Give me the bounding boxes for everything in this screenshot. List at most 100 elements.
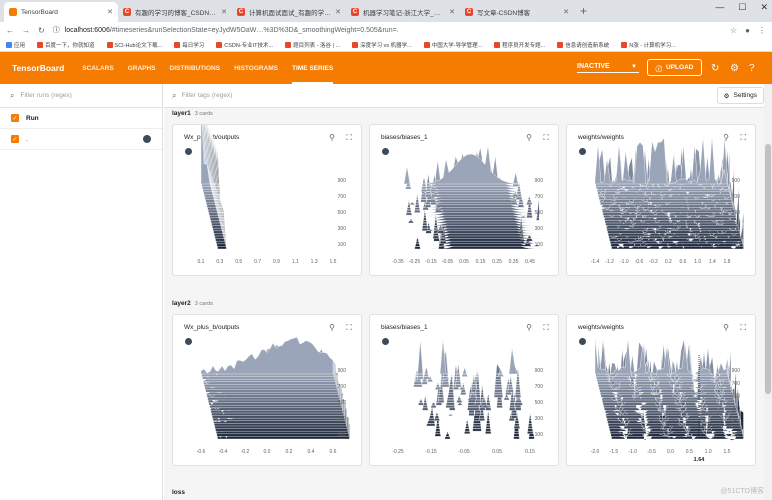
bookmark-label: 程序员开发专题... bbox=[502, 42, 546, 49]
bookmark-icon bbox=[216, 42, 223, 49]
bookmark-item[interactable]: 题目列表 - 洛谷 | ... bbox=[285, 41, 340, 49]
x-tick-label: -1.0 bbox=[628, 449, 637, 455]
step-tick-label: 500 bbox=[338, 400, 347, 406]
histogram-slice bbox=[207, 125, 340, 211]
close-tab-icon[interactable]: ✕ bbox=[221, 8, 227, 16]
scrollbar-thumb[interactable] bbox=[765, 144, 771, 394]
bookmark-label: 应用 bbox=[14, 42, 26, 49]
histogram-slice bbox=[205, 125, 338, 203]
x-tick-label: -0.4 bbox=[219, 449, 228, 455]
histogram-card: biases/biases_1 ⚲ ⛶ -0.35 -0.25 -0.15 -0.05 0.0… bbox=[369, 124, 559, 276]
browser-tab[interactable]: C 计算机面试面试_有趣的学习的分... ✕ bbox=[232, 2, 346, 22]
histogram-slice bbox=[204, 125, 337, 200]
step-tick-label: 700 bbox=[535, 384, 544, 390]
refresh-icon[interactable]: ↻ bbox=[711, 63, 719, 74]
nav-tab-time-series[interactable]: TIME SERIES bbox=[292, 52, 334, 84]
close-tab-icon[interactable]: ✕ bbox=[335, 8, 341, 16]
histogram-plot[interactable]: -2.0 -1.5 -1.0 -0.5 0.0 0.5 1.0 1.5 100 250 300 500… bbox=[567, 315, 757, 467]
histogram-plot[interactable]: -0.6 -0.4 -0.2 0.0 0.2 0.4 0.6 100 300 500 700 900 bbox=[173, 315, 363, 467]
nav-tab-histograms[interactable]: HISTOGRAMS bbox=[234, 52, 278, 84]
profile-icon[interactable]: ● bbox=[745, 26, 750, 35]
bookmark-label: 题目列表 - 洛谷 | ... bbox=[293, 42, 341, 49]
bookmark-item[interactable]: N涨 - 计算机学习... bbox=[621, 41, 676, 49]
reload-icon[interactable]: ↻ bbox=[38, 26, 45, 35]
close-tab-icon[interactable]: ✕ bbox=[563, 8, 569, 16]
close-tab-icon[interactable]: ✕ bbox=[449, 8, 455, 16]
bookmark-item[interactable]: 中国大学-导学管理... bbox=[423, 41, 482, 49]
histogram-card: Wx_plus_b/outputs ⚲ ⛶ -0.6 -0.4 -0.2 0.0 0.2 0.4… bbox=[172, 314, 362, 466]
x-tick-label: -0.2 bbox=[241, 449, 250, 455]
histogram-slice bbox=[217, 148, 350, 250]
group-name: layer1 bbox=[172, 110, 191, 117]
close-tab-icon[interactable]: ✕ bbox=[107, 8, 113, 16]
histogram-plot[interactable]: -1.4 -1.2 -1.0 -0.6 -0.2 0.2 0.6 1.0 1.4 1.8 100 30… bbox=[567, 125, 757, 277]
x-tick-label: -0.05 bbox=[458, 449, 470, 455]
group-header[interactable]: loss bbox=[172, 489, 185, 496]
gear-icon[interactable]: ⚙ bbox=[730, 63, 739, 74]
histogram-slice bbox=[202, 125, 335, 190]
bookmark-item[interactable]: 深度学习 vs 机器学... bbox=[352, 41, 412, 49]
browser-tab-title: 机器学习笔记-浙江大学_有趣的学... bbox=[363, 10, 446, 17]
bookmark-item[interactable]: 每日学习 bbox=[174, 41, 204, 49]
histogram-plot[interactable]: -0.35 -0.25 -0.15 -0.05 0.05 0.15 0.25 0.35 0.45… bbox=[370, 125, 560, 277]
x-tick-label: 0.25 bbox=[492, 259, 502, 265]
run-color-swatch[interactable] bbox=[143, 135, 151, 143]
close-window-icon[interactable]: ✕ bbox=[760, 2, 768, 13]
x-tick-label: 0.9 bbox=[273, 259, 280, 265]
x-tick-label: 1.5 bbox=[330, 259, 337, 265]
maximize-icon[interactable]: ☐ bbox=[738, 2, 746, 13]
x-tick-label: 0.15 bbox=[525, 449, 535, 455]
minimize-icon[interactable]: — bbox=[715, 2, 724, 13]
nav-tab-distributions[interactable]: DISTRIBUTIONS bbox=[170, 52, 221, 84]
x-tick-label: 0.0 bbox=[667, 449, 674, 455]
group-name: layer2 bbox=[172, 300, 191, 307]
histogram-slice bbox=[214, 139, 347, 237]
step-tick-label: 900 bbox=[535, 178, 544, 184]
x-tick-label: -0.6 bbox=[635, 259, 644, 265]
tag-filter[interactable]: ⌕ Filter tags (regex) bbox=[164, 84, 772, 108]
histogram-plot[interactable]: 0.1 0.3 0.5 0.7 0.9 1.1 1.3 1.5 100 300 500 700 900 bbox=[173, 125, 363, 277]
browser-tab[interactable]: TensorBoard ✕ bbox=[4, 2, 118, 22]
url-field[interactable]: ⓘ localhost:6006/#timeseries&runSelectio… bbox=[53, 24, 722, 37]
bookmark-label: 百度一下，你就知道 bbox=[45, 42, 95, 49]
browser-tab[interactable]: C 写文章-CSDN博客 ✕ bbox=[460, 2, 574, 22]
run-filter-placeholder: Filter runs (regex) bbox=[20, 92, 72, 99]
x-tick-label: 0.4 bbox=[308, 449, 315, 455]
group-header[interactable]: layer1 3 cards bbox=[172, 110, 213, 117]
step-tick-label: 300 bbox=[535, 416, 544, 422]
run-header-row[interactable]: ✓ Run bbox=[0, 108, 162, 129]
step-tick-label: 100 bbox=[535, 242, 544, 248]
bookmark-icon bbox=[494, 42, 501, 49]
browser-tab[interactable]: C 机器学习笔记-浙江大学_有趣的学...✕ bbox=[346, 2, 460, 22]
upload-label: UPLOAD bbox=[666, 64, 694, 71]
bookmark-item[interactable]: 程序员开发专题... bbox=[494, 41, 545, 49]
bookmark-item[interactable]: 信息请创造新系统 bbox=[557, 41, 609, 49]
histogram-plot[interactable]: -0.25 -0.15 -0.05 0.05 0.15 100 300 500 700 900 bbox=[370, 315, 560, 467]
step-tick-label: 500 bbox=[732, 210, 741, 216]
histogram-slice bbox=[397, 145, 531, 185]
checkbox-icon[interactable]: ✓ bbox=[11, 135, 19, 143]
x-tick-label: 0.5 bbox=[235, 259, 242, 265]
settings-button[interactable]: ⚙ Settings bbox=[716, 87, 764, 104]
run-filter[interactable]: ⌕ Filter runs (regex) bbox=[0, 84, 162, 108]
bookmark-item[interactable]: 应用 bbox=[6, 41, 25, 49]
nav-tab-graphs[interactable]: GRAPHS bbox=[128, 52, 156, 84]
star-icon[interactable]: ☆ bbox=[730, 26, 737, 35]
scrollbar[interactable] bbox=[764, 84, 772, 500]
run-status-select[interactable]: INACTIVE ▼ bbox=[577, 63, 639, 73]
upload-button[interactable]: ⓘ UPLOAD bbox=[647, 59, 702, 76]
browser-tab[interactable]: C 有趣的学习的博客_CSDN博客-Ja... ✕ bbox=[118, 2, 232, 22]
checkbox-icon[interactable]: ✓ bbox=[11, 114, 19, 122]
back-icon[interactable]: ← bbox=[6, 26, 14, 35]
menu-icon[interactable]: ⋮ bbox=[758, 26, 766, 35]
bookmark-item[interactable]: CSDN-专业IT技术... bbox=[216, 41, 273, 49]
nav-tab-scalars[interactable]: SCALARS bbox=[82, 52, 113, 84]
bookmark-item[interactable]: SCI-Hub论文下载... bbox=[106, 41, 162, 49]
new-tab-icon[interactable]: + bbox=[580, 4, 587, 18]
run-row[interactable]: ✓ . bbox=[0, 129, 162, 150]
group-header[interactable]: layer2 3 cards bbox=[172, 300, 213, 307]
address-bar: ← → ↻ ⓘ localhost:6006/#timeseries&runSe… bbox=[0, 22, 772, 38]
help-icon[interactable]: ? bbox=[749, 63, 755, 74]
bookmark-item[interactable]: 百度一下，你就知道 bbox=[37, 41, 95, 49]
forward-icon[interactable]: → bbox=[22, 26, 30, 35]
